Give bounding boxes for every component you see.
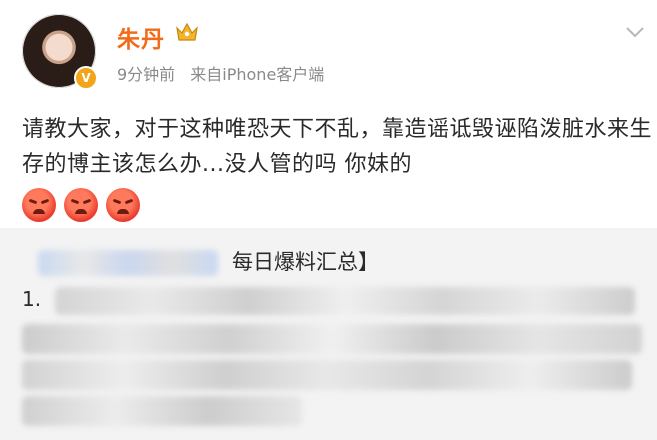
post-time: 9分钟前 (117, 65, 176, 84)
repost-line-number: 1. (22, 287, 42, 311)
blurred-content (55, 287, 635, 315)
post-text: 请教大家，对于这种唯恐天下不乱，靠造谣诋毁诬陷泼脏水来生存的博主该怎么办...没… (22, 117, 653, 177)
blurred-content (38, 250, 218, 276)
post-source: 来自iPhone客户端 (190, 65, 325, 84)
repost-title: 每日爆料汇总】 (232, 250, 379, 274)
angry-face-icon (22, 188, 56, 222)
post-header: V 朱丹 9分钟前 来自iPhone客户端 (0, 0, 657, 96)
blurred-content (22, 324, 642, 354)
angry-face-icon (64, 188, 98, 222)
blurred-content (22, 360, 632, 390)
emoji-row (22, 188, 140, 222)
crown-icon (176, 22, 198, 41)
blurred-content (22, 396, 302, 426)
chevron-down-icon[interactable] (626, 26, 644, 38)
username[interactable]: 朱丹 (117, 20, 165, 54)
verified-badge-icon: V (74, 66, 98, 90)
angry-face-icon (106, 188, 140, 222)
post-meta: 9分钟前 来自iPhone客户端 (117, 61, 324, 85)
